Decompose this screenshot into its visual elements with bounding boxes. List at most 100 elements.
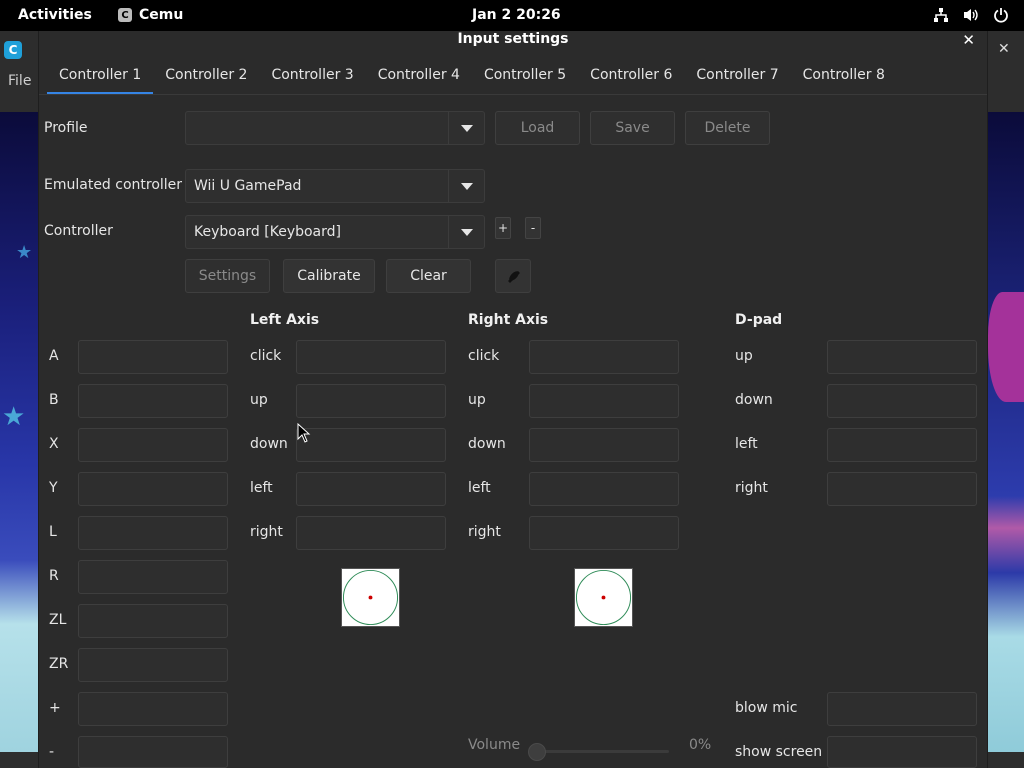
dpad-up-label: up <box>735 348 753 364</box>
tab-divider <box>39 94 987 95</box>
left-axis-down-field[interactable] <box>296 428 446 462</box>
controller-combo[interactable]: Keyboard [Keyboard] <box>185 215 485 249</box>
power-icon[interactable] <box>992 5 1010 25</box>
cemu-logo-icon: C <box>4 41 22 59</box>
profile-combo[interactable] <box>185 111 485 145</box>
game-art-left: ★ ★ <box>0 112 38 752</box>
close-icon[interactable]: ✕ <box>998 41 1010 57</box>
tab-controller-4[interactable]: Controller 4 <box>366 61 472 95</box>
button-plus-field[interactable] <box>78 692 228 726</box>
left-axis-up-field[interactable] <box>296 384 446 418</box>
add-controller-button[interactable]: + <box>495 217 511 239</box>
button-a-field[interactable] <box>78 340 228 374</box>
left-axis-title: Left Axis <box>250 312 320 328</box>
calibrate-button[interactable]: Calibrate <box>283 259 375 293</box>
settings-button[interactable]: Settings <box>185 259 270 293</box>
mouse-cursor-icon <box>297 423 311 443</box>
right-axis-right-label: right <box>468 524 501 540</box>
dialog-title: Input settings <box>457 31 569 47</box>
button-r-label: R <box>49 568 59 584</box>
right-axis-left-label: left <box>468 480 491 496</box>
dpad-down-label: down <box>735 392 773 408</box>
button-zl-label: ZL <box>49 612 67 628</box>
volume-slider-handle[interactable] <box>528 743 546 761</box>
button-zr-label: ZR <box>49 656 69 672</box>
tab-controller-1[interactable]: Controller 1 <box>47 61 154 95</box>
right-axis-title: Right Axis <box>468 312 549 328</box>
star-icon: ★ <box>16 242 33 263</box>
chevron-down-icon[interactable] <box>448 216 484 248</box>
show-screen-label: show screen <box>735 744 823 760</box>
button-l-field[interactable] <box>78 516 228 550</box>
tab-controller-8[interactable]: Controller 8 <box>791 61 897 95</box>
clock[interactable]: Jan 2 20:26 <box>472 7 561 23</box>
remove-controller-button[interactable]: - <box>525 217 541 239</box>
tab-controller-2[interactable]: Controller 2 <box>153 61 259 95</box>
blow-mic-label: blow mic <box>735 700 798 716</box>
button-a-label: A <box>49 348 59 364</box>
blow-mic-field[interactable] <box>827 692 977 726</box>
button-minus-label: - <box>49 744 55 760</box>
tab-controller-7[interactable]: Controller 7 <box>684 61 790 95</box>
tab-controller-3[interactable]: Controller 3 <box>259 61 365 95</box>
right-axis-right-field[interactable] <box>529 516 679 550</box>
emulated-controller-label: Emulated controller <box>44 177 183 193</box>
dialog-titlebar[interactable]: Input settings ✕ <box>39 31 987 57</box>
left-axis-right-field[interactable] <box>296 516 446 550</box>
button-x-field[interactable] <box>78 428 228 462</box>
emulated-controller-value: Wii U GamePad <box>194 178 302 194</box>
volume-label: Volume <box>468 737 521 753</box>
game-art-right <box>988 112 1024 752</box>
volume-icon[interactable] <box>962 5 980 25</box>
dpad-up-field[interactable] <box>827 340 977 374</box>
close-icon[interactable]: ✕ <box>962 31 975 49</box>
tab-controller-6[interactable]: Controller 6 <box>578 61 684 95</box>
controller-status-icon <box>508 271 520 283</box>
tab-controller-5[interactable]: Controller 5 <box>472 61 578 95</box>
dpad-left-field[interactable] <box>827 428 977 462</box>
system-tray[interactable] <box>932 5 1010 25</box>
button-y-field[interactable] <box>78 472 228 506</box>
left-axis-down-label: down <box>250 436 288 452</box>
network-icon[interactable] <box>932 5 950 25</box>
right-axis-click-label: click <box>468 348 500 364</box>
file-menu[interactable]: File <box>8 73 31 89</box>
dpad-down-field[interactable] <box>827 384 977 418</box>
left-axis-click-field[interactable] <box>296 340 446 374</box>
clear-button[interactable]: Clear <box>386 259 471 293</box>
left-axis-right-label: right <box>250 524 283 540</box>
dpad-title: D-pad <box>735 312 783 328</box>
load-profile-button[interactable]: Load <box>495 111 580 145</box>
right-axis-down-field[interactable] <box>529 428 679 462</box>
delete-profile-button[interactable]: Delete <box>685 111 770 145</box>
button-minus-field[interactable] <box>78 736 228 768</box>
dpad-right-field[interactable] <box>827 472 977 506</box>
button-x-label: X <box>49 436 59 452</box>
dpad-left-label: left <box>735 436 758 452</box>
chevron-down-icon[interactable] <box>448 170 484 202</box>
controller-label: Controller <box>44 223 113 239</box>
button-r-field[interactable] <box>78 560 228 594</box>
right-axis-left-field[interactable] <box>529 472 679 506</box>
controller-tabs: Controller 1 Controller 2 Controller 3 C… <box>47 61 897 95</box>
app-menu[interactable]: C Cemu <box>118 7 183 23</box>
controller-connected-button[interactable] <box>495 259 531 293</box>
volume-slider-track[interactable] <box>534 750 669 753</box>
button-y-label: Y <box>49 480 58 496</box>
button-b-field[interactable] <box>78 384 228 418</box>
left-axis-click-label: click <box>250 348 282 364</box>
activities-button[interactable]: Activities <box>18 7 92 23</box>
left-axis-left-field[interactable] <box>296 472 446 506</box>
button-zl-field[interactable] <box>78 604 228 638</box>
right-stick-preview <box>574 568 633 627</box>
right-axis-up-field[interactable] <box>529 384 679 418</box>
right-axis-click-field[interactable] <box>529 340 679 374</box>
show-screen-field[interactable] <box>827 736 977 768</box>
save-profile-button[interactable]: Save <box>590 111 675 145</box>
chevron-down-icon[interactable] <box>448 112 484 144</box>
button-zr-field[interactable] <box>78 648 228 682</box>
button-plus-label: + <box>49 700 61 716</box>
emulated-controller-combo[interactable]: Wii U GamePad <box>185 169 485 203</box>
right-stick-dot <box>601 595 606 600</box>
left-stick-dot <box>368 595 373 600</box>
